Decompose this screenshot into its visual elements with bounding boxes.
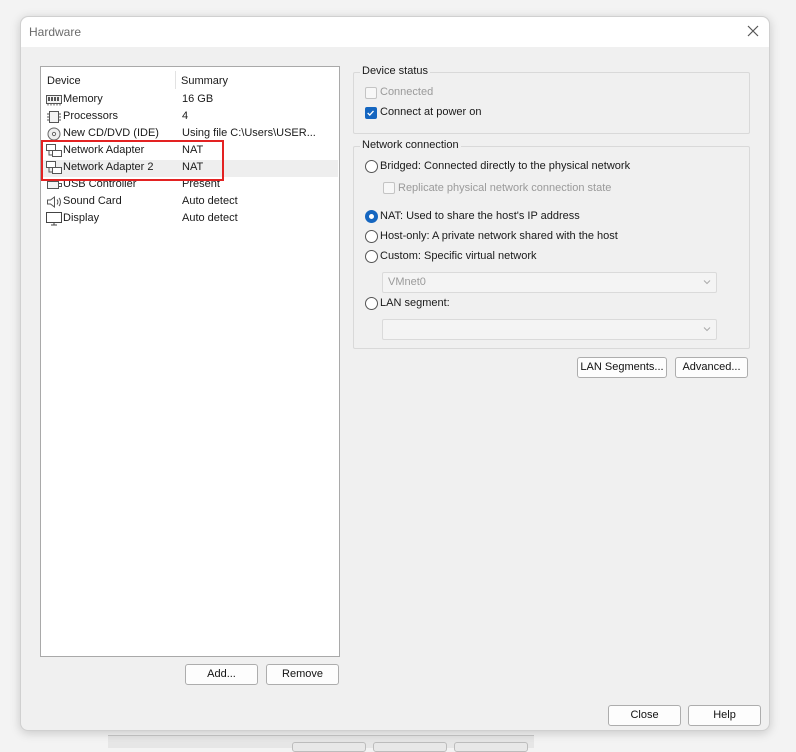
column-separator[interactable] [175, 71, 176, 89]
host-only-radio[interactable] [365, 230, 378, 243]
device-name: New CD/DVD (IDE) [63, 127, 159, 139]
connected-label: Connected [380, 86, 434, 98]
background-button [373, 742, 447, 752]
connect-at-power-on-checkbox[interactable] [365, 107, 377, 119]
nat-radio[interactable] [365, 210, 378, 223]
device-status-group: Device status Connected Connect at power… [353, 65, 750, 134]
device-name: Sound Card [63, 195, 122, 207]
device-summary: Using file C:\Users\USER... [182, 127, 316, 139]
custom-network-value: VMnet0 [388, 276, 426, 288]
device-name: Processors [63, 110, 119, 122]
custom-label: Custom: Specific virtual network [380, 250, 537, 262]
column-header-summary[interactable]: Summary [181, 72, 228, 90]
title-bar: Hardware [21, 17, 769, 47]
window-title: Hardware [29, 25, 82, 39]
nat-label: NAT: Used to share the host's IP address [380, 210, 580, 222]
custom-network-select[interactable]: VMnet0 [382, 272, 717, 293]
background-button [292, 742, 366, 752]
memory-icon [46, 95, 62, 106]
monitor-icon [46, 212, 62, 226]
lan-segment-radio[interactable] [365, 297, 378, 310]
add-button[interactable]: Add... [185, 664, 258, 685]
host-only-label: Host-only: A private network shared with… [380, 230, 618, 242]
background-button [454, 742, 528, 752]
device-summary: Auto detect [182, 212, 238, 224]
help-button[interactable]: Help [688, 705, 761, 726]
connected-checkbox[interactable] [365, 87, 377, 99]
chevron-down-icon [703, 280, 711, 285]
close-button[interactable]: Close [608, 705, 681, 726]
device-status-title: Device status [360, 65, 431, 77]
device-row-processors[interactable]: Processors 4 [42, 109, 338, 126]
cd-dvd-icon [47, 127, 61, 141]
remove-button[interactable]: Remove [266, 664, 339, 685]
custom-radio[interactable] [365, 250, 378, 263]
replicate-label: Replicate physical network connection st… [398, 182, 612, 194]
advanced-button[interactable]: Advanced... [675, 357, 748, 378]
bridged-radio[interactable] [365, 160, 378, 173]
lan-segment-label: LAN segment: [380, 297, 450, 309]
lan-segments-button[interactable]: LAN Segments... [577, 357, 667, 378]
network-connection-title: Network connection [360, 139, 461, 151]
column-header-device[interactable]: Device [47, 72, 81, 90]
device-summary: 4 [182, 110, 189, 122]
device-summary: Auto detect [182, 195, 238, 207]
device-name: Display [63, 212, 100, 224]
hardware-dialog: Hardware Device Summary Memory 16 GB Pro… [20, 16, 770, 731]
checkmark-icon [367, 110, 374, 117]
connect-at-power-on-label: Connect at power on [380, 106, 482, 118]
device-summary: 16 GB [182, 93, 214, 105]
device-row-display[interactable]: Display Auto detect [42, 211, 338, 228]
highlight-annotation [41, 140, 224, 181]
lan-segment-select[interactable] [382, 319, 717, 340]
device-name: Memory [63, 93, 103, 105]
close-icon[interactable] [745, 23, 761, 39]
processor-icon [47, 111, 61, 123]
speaker-icon [47, 196, 61, 208]
device-row-memory[interactable]: Memory 16 GB [42, 92, 338, 109]
replicate-checkbox[interactable] [383, 182, 395, 194]
chevron-down-icon [703, 327, 711, 332]
bridged-label: Bridged: Connected directly to the physi… [380, 160, 631, 172]
network-connection-group: Network connection Bridged: Connected di… [353, 139, 750, 349]
device-row-sound-card[interactable]: Sound Card Auto detect [42, 194, 338, 211]
